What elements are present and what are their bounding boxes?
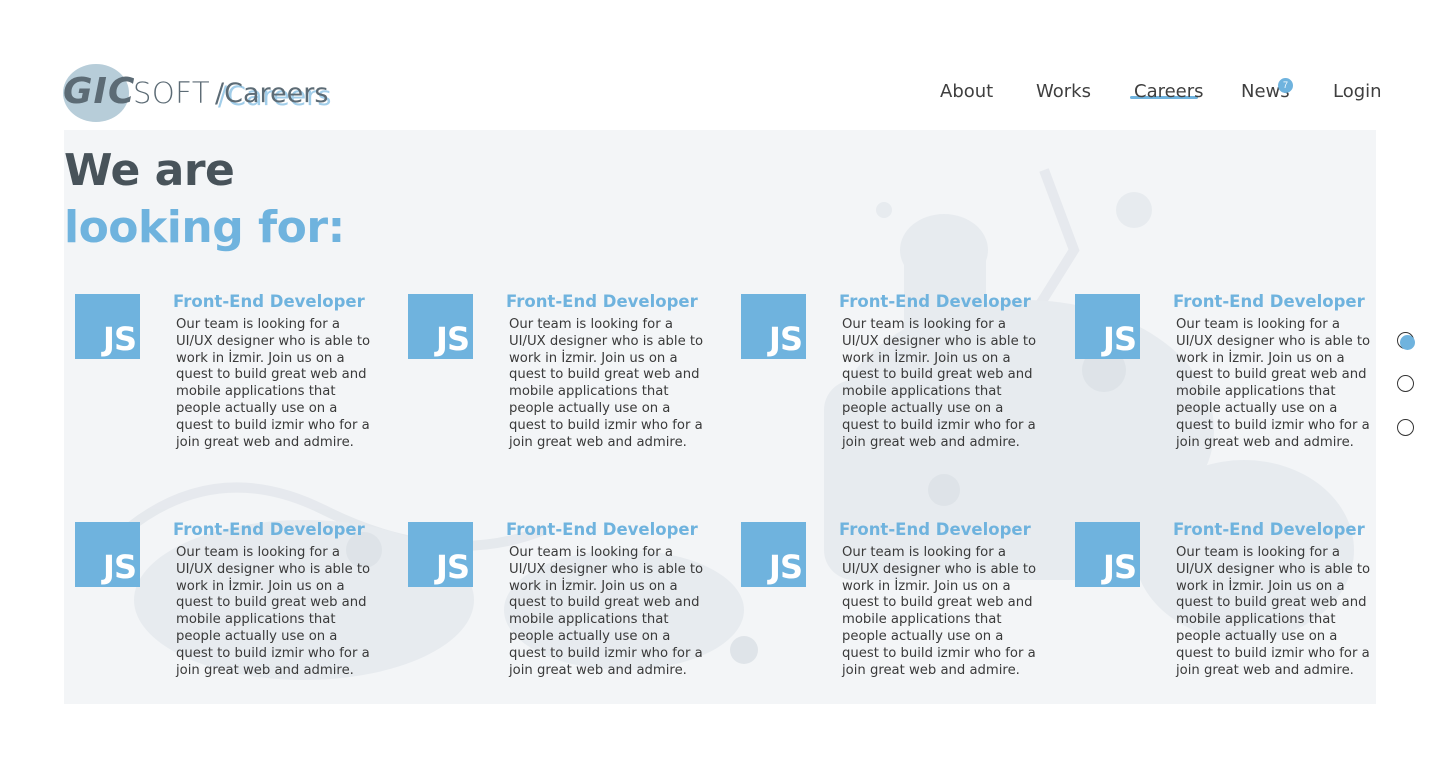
job-title[interactable]: Front-End Developer: [839, 291, 1031, 313]
job-description: Our team is looking for a UI/UX designer…: [176, 545, 371, 678]
job-title[interactable]: Front-End Developer: [506, 291, 698, 313]
javascript-icon: JS: [741, 294, 806, 359]
job-description: Our team is looking for a UI/UX designer…: [842, 317, 1037, 450]
javascript-icon: JS: [1075, 294, 1140, 359]
job-title[interactable]: Front-End Developer: [173, 519, 365, 541]
javascript-icon: JS: [741, 522, 806, 587]
job-card[interactable]: JS Front-End Developer Our team is looki…: [1075, 519, 1395, 692]
pager-dot-fill: [1400, 335, 1415, 350]
page-indicator: [1397, 331, 1419, 441]
job-title[interactable]: Front-End Developer: [839, 519, 1031, 541]
job-card[interactable]: JS Front-End Developer Our team is looki…: [408, 519, 728, 692]
javascript-icon-label: JS: [1103, 548, 1137, 586]
javascript-icon-label: JS: [769, 320, 803, 358]
job-description: Our team is looking for a UI/UX designer…: [509, 317, 704, 450]
pager-dot[interactable]: [1397, 419, 1414, 436]
careers-page: GIC SOFT /Careers /Careers About Works C…: [0, 0, 1440, 768]
javascript-icon-label: JS: [1103, 320, 1137, 358]
pager-dot-active[interactable]: [1397, 332, 1415, 350]
javascript-icon: JS: [75, 522, 140, 587]
job-title[interactable]: Front-End Developer: [173, 291, 365, 313]
pager-dot[interactable]: [1397, 375, 1414, 392]
javascript-icon-label: JS: [103, 320, 137, 358]
javascript-icon-label: JS: [436, 548, 470, 586]
job-card[interactable]: JS Front-End Developer Our team is looki…: [741, 291, 1061, 464]
job-description: Our team is looking for a UI/UX designer…: [1176, 545, 1371, 678]
job-title[interactable]: Front-End Developer: [506, 519, 698, 541]
job-title[interactable]: Front-End Developer: [1173, 519, 1365, 541]
job-card[interactable]: JS Front-End Developer Our team is looki…: [75, 291, 395, 464]
job-card[interactable]: JS Front-End Developer Our team is looki…: [1075, 291, 1395, 464]
javascript-icon-label: JS: [103, 548, 137, 586]
job-description: Our team is looking for a UI/UX designer…: [842, 545, 1037, 678]
javascript-icon: JS: [408, 294, 473, 359]
javascript-icon-label: JS: [769, 548, 803, 586]
javascript-icon: JS: [1075, 522, 1140, 587]
job-card[interactable]: JS Front-End Developer Our team is looki…: [75, 519, 395, 692]
javascript-icon: JS: [75, 294, 140, 359]
job-title[interactable]: Front-End Developer: [1173, 291, 1365, 313]
job-description: Our team is looking for a UI/UX designer…: [176, 317, 371, 450]
javascript-icon: JS: [408, 522, 473, 587]
javascript-icon-label: JS: [436, 320, 470, 358]
job-listings-grid: JS Front-End Developer Our team is looki…: [0, 0, 1440, 768]
job-card[interactable]: JS Front-End Developer Our team is looki…: [408, 291, 728, 464]
job-description: Our team is looking for a UI/UX designer…: [509, 545, 704, 678]
job-description: Our team is looking for a UI/UX designer…: [1176, 317, 1371, 450]
job-card[interactable]: JS Front-End Developer Our team is looki…: [741, 519, 1061, 692]
